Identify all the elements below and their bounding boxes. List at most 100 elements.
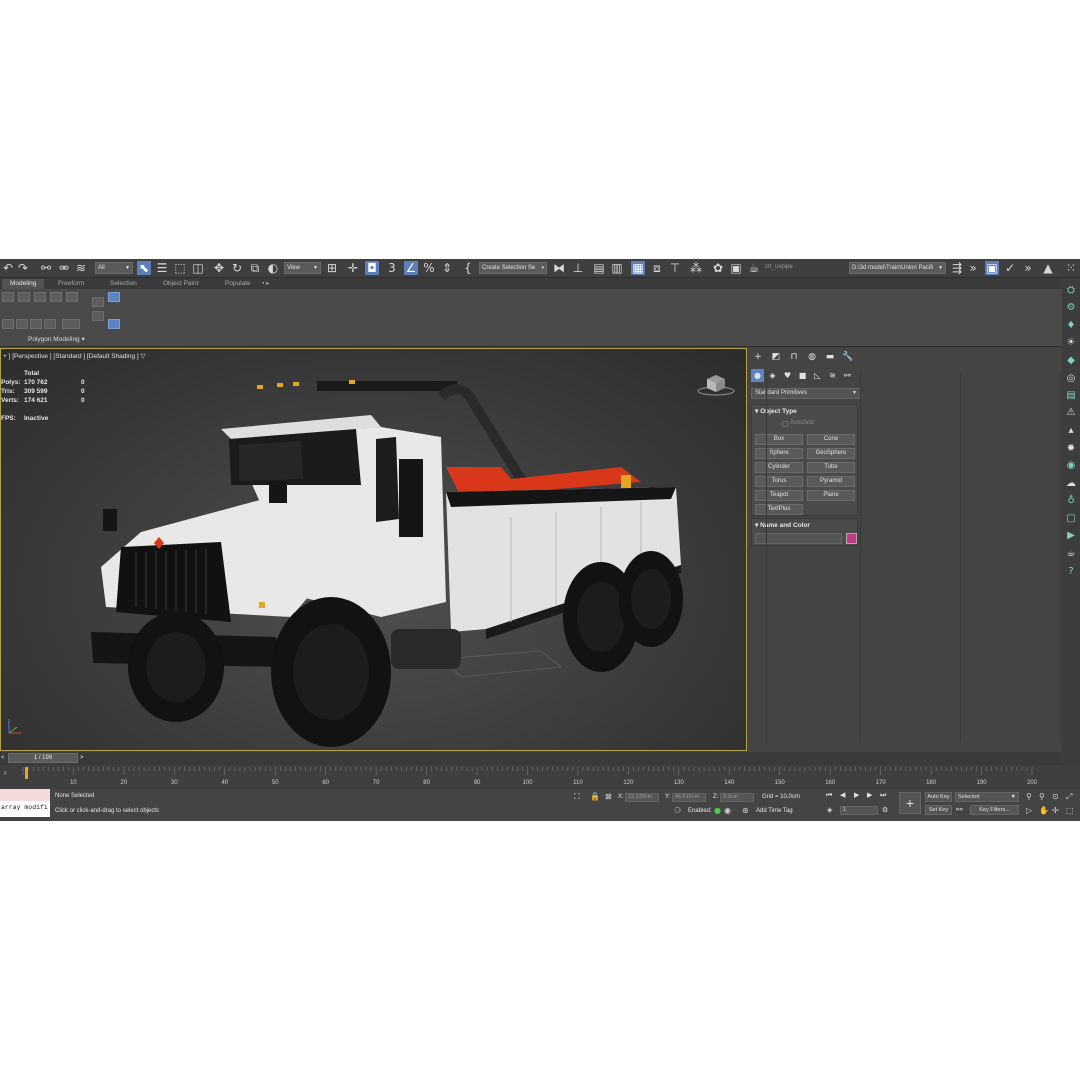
viewport-label-menu[interactable]: + ] [Perspective ] [Standard ] [Default … xyxy=(3,352,146,360)
ribbon-tool-button[interactable] xyxy=(44,319,56,329)
set-project-folder-icon[interactable]: ⇶ xyxy=(950,261,964,275)
rotate-icon[interactable]: ↻ xyxy=(230,261,244,275)
space-warps-icon[interactable]: ≋ xyxy=(826,369,839,382)
redo-icon[interactable]: ↷ xyxy=(16,261,30,275)
layer-explorer-icon[interactable]: ▥ xyxy=(610,261,624,275)
bind-space-warp-icon[interactable]: ≋ xyxy=(74,261,88,275)
tool-strip-icon[interactable]: ☁ xyxy=(1065,478,1077,490)
schematic-view-icon[interactable]: ⊤ xyxy=(668,261,682,275)
tab-selection[interactable]: Selection xyxy=(102,279,145,289)
time-prev-button[interactable]: < xyxy=(1,755,5,761)
reference-coordinate-dropdown[interactable]: View ▼ xyxy=(284,262,321,274)
ribbon-toggle-icon[interactable]: ▦ xyxy=(631,261,645,275)
tab-populate[interactable]: Populate xyxy=(217,279,259,289)
set-key-button[interactable]: Set Key xyxy=(925,805,952,815)
zoom-extents-icon[interactable]: ⊙ xyxy=(1052,792,1059,802)
ribbon-tool-button[interactable] xyxy=(2,292,14,302)
civil-view-icon[interactable]: ▲ xyxy=(1041,261,1055,275)
unlink-icon[interactable]: ⚮ xyxy=(57,261,71,275)
align-icon[interactable]: ⊥ xyxy=(571,261,585,275)
mirror-icon[interactable]: ⧓ xyxy=(552,261,566,275)
named-selection-set-dropdown[interactable]: Create Selection Se ▾ xyxy=(479,262,547,274)
angle-snap-icon[interactable]: ∠ xyxy=(404,261,418,275)
rectangular-selection-icon[interactable]: ⬚ xyxy=(173,261,187,275)
key-filter-icon[interactable]: ⚯ xyxy=(956,805,963,815)
zoom-extents-all-icon[interactable]: ⤢ xyxy=(1066,792,1072,802)
ribbon-tool-button[interactable] xyxy=(92,297,104,307)
link-icon[interactable]: ⚯ xyxy=(39,261,53,275)
render-production-icon[interactable]: ☕ xyxy=(747,261,761,275)
placement-icon[interactable]: ◐ xyxy=(266,261,280,275)
hierarchy-tab-icon[interactable]: ⊓ xyxy=(787,351,801,363)
ribbon-tool-button[interactable] xyxy=(66,292,78,302)
key-filters-button[interactable]: Key Filters... xyxy=(970,805,1019,815)
tool-strip-icon[interactable]: ⚙ xyxy=(1065,302,1077,314)
y-coord-field[interactable]: 46,616cm xyxy=(672,793,706,802)
undo-icon[interactable]: ↶ xyxy=(1,261,15,275)
grid-dots-icon[interactable]: ⁙ xyxy=(1064,261,1078,275)
check-icon[interactable]: ✓ xyxy=(1003,261,1017,275)
tool-strip-icon[interactable]: ▶ xyxy=(1065,530,1077,542)
adaptive-degradation-icon[interactable]: ⚆ xyxy=(674,806,681,816)
tool-strip-icon[interactable]: ◎ xyxy=(1065,373,1077,385)
cameras-icon[interactable]: ■ xyxy=(796,369,809,382)
selection-lock-icon[interactable]: 🔒 xyxy=(590,792,600,802)
light-icon[interactable]: ☀ xyxy=(1065,337,1077,349)
systems-icon[interactable]: ⚯ xyxy=(841,369,854,382)
utilities-tab-icon[interactable]: 🔧 xyxy=(841,351,855,363)
tool-strip-icon[interactable]: ♦ xyxy=(1065,320,1077,332)
tab-modeling[interactable]: Modeling xyxy=(2,279,45,289)
toolbar-overflow-icon[interactable]: » xyxy=(966,261,980,275)
spinner-snap-icon[interactable]: ⇕ xyxy=(440,261,454,275)
frame-ruler[interactable]: 10 20 30 40 50 60 70 80 90 100 110 120 130 140 150 160 1… xyxy=(0,765,1080,789)
isolate-selection-icon[interactable]: ⛶ xyxy=(574,792,580,802)
tool-strip-icon[interactable]: ▴ xyxy=(1065,425,1077,437)
tool-strip-icon[interactable]: ◆ xyxy=(1065,355,1077,367)
save-icon[interactable]: ▣ xyxy=(985,261,999,275)
teapot-button[interactable]: Teapot xyxy=(755,490,803,501)
object-color-swatch[interactable] xyxy=(846,533,857,544)
ribbon-tool-button-active[interactable] xyxy=(108,292,120,302)
box-button[interactable]: Box xyxy=(755,434,803,445)
ribbon-tool-button[interactable] xyxy=(34,292,46,302)
selection-filter-dropdown[interactable]: All ▼ xyxy=(95,262,133,274)
ribbon-options-icon[interactable]: ▪ ▸ xyxy=(262,279,269,289)
pivot-center-icon[interactable]: ⊞ xyxy=(325,261,339,275)
snaps-toggle-icon[interactable]: 3 xyxy=(385,261,399,275)
maxscript-listener-input[interactable]: array modifi xyxy=(0,801,50,817)
tool-strip-icon[interactable]: ▢ xyxy=(1065,513,1077,525)
ribbon-tool-button[interactable] xyxy=(92,311,104,321)
autogrid-checkbox[interactable] xyxy=(782,421,788,427)
keyboard-shortcut-override-icon[interactable]: ◘ xyxy=(365,261,379,275)
object-type-title[interactable]: ▾ Object Type xyxy=(755,407,797,415)
tool-strip-icon[interactable]: ◉ xyxy=(1065,460,1077,472)
zoom-all-icon[interactable]: ⚲ xyxy=(1039,792,1045,802)
next-frame-icon[interactable]: ▶ xyxy=(867,791,872,800)
ribbon-tool-button[interactable] xyxy=(2,319,14,329)
orbit-icon[interactable]: ✢ xyxy=(1052,806,1059,816)
tool-strip-icon[interactable]: ♁ xyxy=(1065,495,1077,507)
torus-button[interactable]: Torus xyxy=(755,476,803,487)
tool-strip-icon[interactable]: ✹ xyxy=(1065,443,1077,455)
time-next-button[interactable]: > xyxy=(80,755,84,761)
window-crossing-icon[interactable]: ◫ xyxy=(191,261,205,275)
time-configuration-icon[interactable]: ⚙ xyxy=(882,806,888,815)
time-slider[interactable]: 1 / 199 xyxy=(8,753,78,763)
textplus-button[interactable]: TextPlus xyxy=(755,504,803,515)
helpers-icon[interactable]: ◺ xyxy=(811,369,824,382)
key-mode-toggle-icon[interactable]: ◈ xyxy=(827,806,832,815)
geosphere-button[interactable]: GeoSphere xyxy=(807,448,855,459)
ribbon-tool-button[interactable] xyxy=(18,292,30,302)
tab-object-paint[interactable]: Object Paint xyxy=(155,279,206,289)
set-keys-icon[interactable]: + xyxy=(899,792,921,814)
toolbar-overflow-2-icon[interactable]: » xyxy=(1021,261,1035,275)
tool-strip-icon[interactable]: ⛭ xyxy=(1065,285,1077,297)
percent-snap-icon[interactable]: % xyxy=(422,261,436,275)
viewcube[interactable] xyxy=(697,371,735,397)
zoom-icon[interactable]: ⚲ xyxy=(1026,792,1032,802)
ribbon-tool-button[interactable] xyxy=(30,319,42,329)
auto-key-button[interactable]: Auto Key xyxy=(925,792,952,802)
geometry-icon[interactable]: ● xyxy=(751,369,764,382)
go-to-start-icon[interactable]: ⏮ xyxy=(826,791,832,800)
pan-icon[interactable]: ✋ xyxy=(1039,806,1049,816)
